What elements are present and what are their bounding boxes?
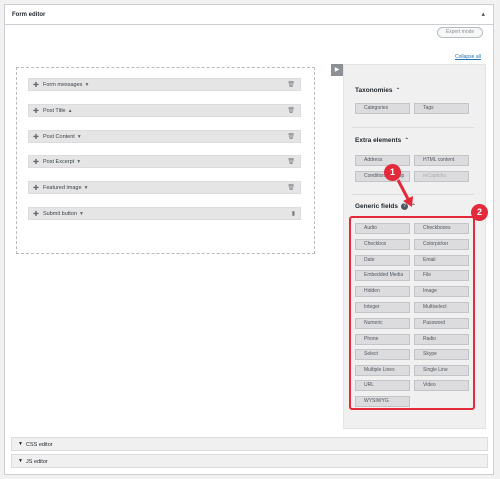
field-label: Post Excerpt <box>43 159 75 165</box>
trash-icon[interactable]: 🗑 <box>287 133 295 140</box>
form-field-row[interactable]: ✚ Post Excerpt ▼ 🗑 <box>28 155 301 168</box>
caret-down-icon[interactable]: ▼ <box>84 185 89 191</box>
element-button[interactable]: Address <box>355 155 410 166</box>
move-icon[interactable]: ✚ <box>33 158 39 166</box>
element-button[interactable]: Conditional Group <box>355 171 410 182</box>
trash-icon[interactable]: 🗑 <box>287 81 295 88</box>
form-field-row[interactable]: ✚ Post Content ▼ 🗑 <box>28 130 301 143</box>
field-label: Post Content <box>43 134 75 140</box>
divider <box>352 194 474 195</box>
move-icon[interactable]: ✚ <box>33 133 39 141</box>
collapse-all-link[interactable]: Collapse all <box>455 54 481 60</box>
panel-header[interactable]: Form editor ▴ <box>5 5 493 25</box>
section-title-generic-fields[interactable]: Generic fields? ⌃ <box>355 203 416 210</box>
move-icon[interactable]: ✚ <box>33 184 39 192</box>
triangle-down-icon: ▼ <box>18 458 23 464</box>
triangle-down-icon: ▼ <box>18 441 23 447</box>
chevron-up-icon[interactable]: ⌃ <box>404 138 409 144</box>
panel-label: JS editor <box>26 459 48 465</box>
form-field-row[interactable]: ✚ Featured image ▼ 🗑 <box>28 181 301 194</box>
panel-label: CSS editor <box>26 442 53 448</box>
caret-down-icon[interactable]: ▼ <box>84 82 89 88</box>
chevron-right-icon[interactable]: ▶ <box>331 64 343 76</box>
section-title-taxonomies[interactable]: Taxonomies ⌃ <box>355 87 400 94</box>
caret-up-icon[interactable]: ▲ <box>68 108 73 114</box>
field-label: Featured image <box>43 185 82 191</box>
expert-mode-button[interactable]: Expert mode <box>437 27 483 38</box>
element-button[interactable]: reCaptcha <box>414 171 469 182</box>
trash-icon[interactable]: 🗑 <box>287 184 295 191</box>
move-icon[interactable]: ✚ <box>33 81 39 89</box>
annotation-badge-1: 1 <box>384 164 401 181</box>
lock-icon: ▮ <box>291 211 295 217</box>
element-button[interactable]: Tags <box>414 103 469 114</box>
form-field-row[interactable]: ✚ Form messages ▼ 🗑 <box>28 78 301 91</box>
css-editor-panel[interactable]: ▼ CSS editor <box>11 437 488 451</box>
move-icon[interactable]: ✚ <box>33 107 39 115</box>
form-field-row[interactable]: ✚ Submit button ▼ ▮ <box>28 207 301 220</box>
chevron-up-icon[interactable]: ▴ <box>481 10 485 18</box>
caret-down-icon[interactable]: ▼ <box>79 211 84 217</box>
trash-icon[interactable]: 🗑 <box>287 107 295 114</box>
help-icon[interactable]: ? <box>401 203 408 210</box>
divider <box>352 127 474 128</box>
caret-down-icon[interactable]: ▼ <box>76 159 81 165</box>
field-label: Submit button <box>43 211 77 217</box>
annotation-badge-2: 2 <box>471 204 488 221</box>
trash-icon[interactable]: 🗑 <box>287 158 295 165</box>
chevron-up-icon[interactable]: ⌃ <box>411 204 416 210</box>
form-field-row[interactable]: ✚ Post Title ▲ 🗑 <box>28 104 301 117</box>
highlight-box <box>349 216 475 410</box>
chevron-up-icon[interactable]: ⌃ <box>395 88 400 94</box>
section-title-extra-elements[interactable]: Extra elements ⌃ <box>355 137 409 144</box>
field-label: Post Title <box>43 108 66 114</box>
caret-down-icon[interactable]: ▼ <box>77 134 82 140</box>
panel-title: Form editor <box>12 12 46 18</box>
field-label: Form messages <box>43 82 83 88</box>
element-button[interactable]: Categories <box>355 103 410 114</box>
move-icon[interactable]: ✚ <box>33 210 39 218</box>
js-editor-panel[interactable]: ▼ JS editor <box>11 454 488 468</box>
element-button[interactable]: HTML content <box>414 155 469 166</box>
